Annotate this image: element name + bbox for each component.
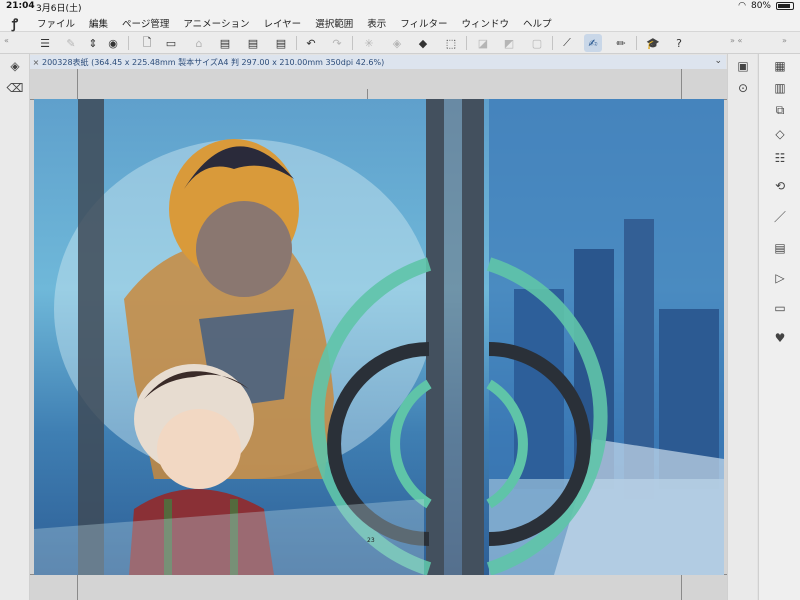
canvas-area[interactable]: 23 — [30, 69, 727, 600]
help-icon[interactable]: ? — [670, 34, 688, 52]
close-tab-icon[interactable]: × — [30, 58, 42, 67]
clear-icon[interactable]: ✳ — [360, 34, 378, 52]
menu-window[interactable]: ウィンドウ — [455, 16, 517, 30]
menu-file[interactable]: ファイル — [30, 16, 82, 30]
tool-property-icon[interactable]: ▦ — [770, 56, 790, 76]
status-time: 21:04 — [6, 1, 35, 11]
eraser-icon[interactable]: ⌫ — [5, 78, 25, 98]
menu-selection[interactable]: 選択範囲 — [308, 16, 360, 30]
menu-page-management[interactable]: ページ管理 — [115, 16, 176, 30]
layer-property-icon[interactable]: ⟲ — [770, 176, 790, 196]
learn-icon[interactable]: 🎓 — [644, 34, 662, 52]
edit-icon[interactable]: ✎ — [62, 34, 80, 52]
deselect-icon[interactable]: ◪ — [474, 34, 492, 52]
app-logo-icon[interactable]: ꝭ — [0, 14, 30, 32]
collapse-left-icon[interactable]: « — [4, 36, 9, 45]
navigator-icon[interactable]: ▣ — [733, 56, 753, 76]
menu-help[interactable]: ヘルプ — [516, 16, 559, 30]
wifi-icon: ◠ — [738, 1, 746, 11]
redo-icon[interactable]: ↷ — [328, 34, 346, 52]
material-icon[interactable]: ◇ — [770, 124, 790, 144]
selection-border-icon[interactable]: ▢ — [528, 34, 546, 52]
sub-view-icon[interactable]: ⊙ — [733, 78, 753, 98]
brush-size-icon[interactable]: ／ — [770, 206, 790, 226]
document-tab[interactable]: × 200328表紙 (364.45 x 225.48mm 製本サイズA4 判 … — [30, 55, 726, 69]
undo-icon[interactable]: ↶ — [302, 34, 320, 52]
ruler-snap-icon[interactable]: ⟋ — [558, 34, 576, 52]
menu-animation[interactable]: アニメーション — [176, 16, 256, 30]
export-psd-icon[interactable]: ▤ — [272, 34, 290, 52]
right-subpanel: ▣ ⊙ — [727, 54, 757, 600]
menu-filter[interactable]: フィルター — [393, 16, 454, 30]
export-jpg-icon[interactable]: ▤ — [216, 34, 234, 52]
status-right: ◠ 80% — [738, 1, 794, 11]
illustration-artwork — [34, 99, 724, 575]
battery-percent: 80% — [750, 1, 771, 11]
color-set-icon[interactable]: ▭ — [770, 298, 790, 318]
export-png-icon[interactable]: ▤ — [244, 34, 262, 52]
menu-edit[interactable]: 編集 — [82, 16, 115, 30]
collapse-far-right-icon[interactable]: » — [782, 36, 787, 45]
clip-studio-app: 21:04 3月6日(土) ◠ 80% ꝭ ファイル 編集 ページ管理 アニメー… — [0, 0, 800, 600]
color-palette-icon[interactable]: ▤ — [770, 238, 790, 258]
menu-view[interactable]: 表示 — [360, 16, 393, 30]
menu-layer[interactable]: レイヤー — [256, 16, 308, 30]
pen-snap-icon[interactable]: ✏ — [612, 34, 630, 52]
chevron-down-icon[interactable]: ⌄ — [714, 56, 722, 66]
ios-status-bar: 21:04 3月6日(土) ◠ 80% — [0, 0, 800, 14]
page-number: 23 — [367, 537, 375, 544]
open-folder-icon[interactable]: ▭ — [162, 34, 180, 52]
document-title: 200328表紙 (364.45 x 225.48mm 製本サイズA4 判 29… — [42, 57, 385, 67]
illustration: 23 — [34, 99, 724, 575]
hamburger-menu-icon[interactable]: ☰ — [36, 34, 54, 52]
new-file-icon[interactable]: 🗋 — [138, 34, 156, 52]
invert-selection-icon[interactable]: ◩ — [500, 34, 518, 52]
left-tool-panel: ◈ ⌫ — [0, 54, 30, 600]
layers-icon[interactable]: ◈ — [5, 56, 25, 76]
timeline-icon[interactable]: ▷ — [770, 268, 790, 288]
save-icon[interactable]: ⌂ — [190, 34, 208, 52]
battery-icon — [776, 2, 794, 10]
fill-layer-icon[interactable]: ◈ — [388, 34, 406, 52]
brush-snap-icon[interactable]: ✍ — [584, 34, 602, 52]
color-history-icon[interactable]: ♥ — [770, 328, 790, 348]
transform-icon[interactable]: ⬚ — [442, 34, 460, 52]
command-bar: « ☰ ✎ ⇕ ◉ 🗋 ▭ ⌂ ▤ ▤ ▤ ↶ ↷ ✳ ◈ ◆ ⬚ ◪ ◩ ▢ … — [0, 32, 800, 54]
right-palette-bar: ▦ ▥ ⧉ ◇ ☷ ⟲ ／ ▤ ▷ ▭ ♥ — [758, 54, 800, 600]
fill-icon[interactable]: ◆ — [414, 34, 432, 52]
stepper-icon[interactable]: ⇕ — [84, 34, 102, 52]
layer-list-icon[interactable]: ☷ — [770, 148, 790, 168]
record-icon[interactable]: ◉ — [104, 34, 122, 52]
tool-icon[interactable]: ▥ — [770, 78, 790, 98]
menu-bar: ꝭ ファイル 編集 ページ管理 アニメーション レイヤー 選択範囲 表示 フィル… — [0, 14, 800, 32]
collapse-right-icon[interactable]: » « — [730, 36, 742, 45]
sub-tool-icon[interactable]: ⧉ — [770, 100, 790, 120]
status-date: 3月6日(土) — [36, 4, 82, 14]
